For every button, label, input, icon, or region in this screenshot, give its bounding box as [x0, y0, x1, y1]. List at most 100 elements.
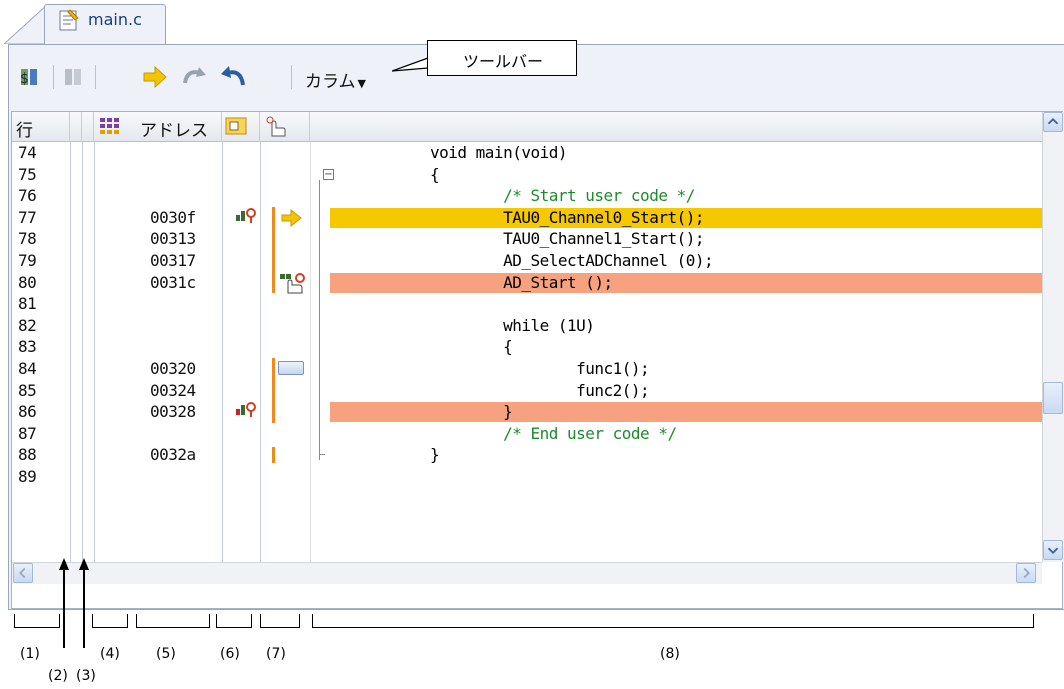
source-row[interactable]: 89 [12, 466, 1042, 488]
address-value: 00324 [150, 380, 196, 400]
column-menu[interactable]: カラム ▼ [305, 67, 366, 92]
label-2: (2) [48, 668, 68, 684]
source-code[interactable]: { [430, 164, 440, 186]
source-code[interactable]: AD_Start (); [430, 272, 613, 294]
label-7: (7) [266, 646, 286, 662]
line-number: 83 [18, 337, 37, 357]
source-row[interactable]: 88 0032a} [12, 444, 1042, 466]
toolbar-separator [291, 65, 292, 89]
line-number: 76 [18, 186, 37, 206]
source-code[interactable]: /* Start user code */ [430, 185, 695, 207]
address-value: 00317 [150, 251, 196, 270]
vertical-scrollbar[interactable] [1042, 112, 1064, 562]
source-code[interactable]: } [430, 444, 440, 466]
source-row[interactable]: 87 /* End user code */ [12, 423, 1042, 445]
scroll-right-button[interactable] [1016, 563, 1036, 583]
header-event[interactable] [222, 112, 260, 142]
bookmark-icon [278, 361, 304, 375]
source-row[interactable]: 74 void main(void) [12, 142, 1042, 164]
source-code[interactable]: AD_SelectADChannel (0); [430, 250, 714, 272]
source-row[interactable]: 79 00317 AD_SelectADChannel (0); [12, 250, 1042, 272]
breakpoint-hand-icon[interactable] [278, 271, 306, 295]
header-col-2[interactable] [70, 112, 82, 142]
source-row[interactable]: 76 /* Start user code */ [12, 185, 1042, 207]
address-value: 0031c [150, 272, 196, 292]
fold-toggle-icon[interactable]: − [323, 168, 334, 180]
tab-label: main.c [88, 10, 142, 29]
address-value: 00313 [150, 229, 196, 249]
scroll-up-button[interactable] [1043, 112, 1063, 132]
toolbar-separator [95, 65, 96, 89]
svg-text:$: $ [20, 71, 29, 87]
label-5: (5) [156, 646, 176, 662]
column-divider [94, 142, 95, 562]
source-row[interactable]: 75 { − [12, 164, 1042, 186]
line-number: 80 [18, 272, 37, 292]
header-address[interactable] [94, 112, 222, 142]
scroll-down-button[interactable] [1043, 540, 1063, 560]
source-rows: 74 void main(void) 75 { − 76 /* Start user co… [12, 142, 1042, 562]
label-3: (3) [76, 668, 96, 684]
source-row[interactable]: 84 00320 func1(); [12, 358, 1042, 380]
address-value: 0032a [150, 445, 196, 465]
chevron-down-icon: ▼ [357, 77, 366, 90]
line-number: 84 [18, 359, 37, 378]
column-menu-label: カラム [305, 72, 356, 92]
line-number: 77 [18, 207, 37, 227]
bracket-5 [136, 614, 210, 628]
line-number: 82 [18, 315, 37, 335]
line-number: 74 [18, 143, 37, 162]
source-code[interactable]: func2(); [430, 380, 650, 402]
line-number: 89 [18, 467, 37, 486]
arrow-3 [83, 568, 85, 648]
source-code[interactable]: TAU0_Channel1_Start(); [430, 228, 704, 250]
column-divider [70, 142, 71, 562]
scroll-thumb[interactable] [1043, 382, 1063, 414]
horizontal-scrollbar[interactable] [12, 562, 1042, 584]
back-icon[interactable] [219, 63, 247, 91]
code-jump-icon[interactable]: $ [17, 63, 45, 91]
callout-pointer [392, 57, 429, 72]
column-divider [310, 142, 311, 562]
toolbar-callout: ツールバー [427, 40, 577, 76]
source-row[interactable]: 85 00324 func2(); [12, 380, 1042, 402]
scroll-left-button[interactable] [13, 563, 33, 583]
tab-edge [4, 4, 48, 44]
current-pc-arrow-icon [281, 208, 302, 227]
source-code[interactable]: } [430, 401, 513, 423]
column-header: 行 アドレス [12, 112, 1042, 142]
source-row[interactable]: 82 while (1U) [12, 315, 1042, 337]
header-col-3[interactable] [82, 112, 94, 142]
source-file-icon [59, 9, 79, 31]
address-value: 00328 [150, 402, 196, 422]
bracket-1 [14, 614, 60, 628]
source-row[interactable]: 83 { [12, 336, 1042, 358]
source-code[interactable]: { [430, 336, 513, 358]
source-code[interactable]: func1(); [430, 358, 650, 380]
bracket-4 [92, 614, 128, 628]
forward-icon[interactable] [181, 63, 209, 91]
event-icon[interactable] [234, 207, 258, 227]
fold-guide-end [319, 454, 325, 456]
toolbar-separator [53, 65, 54, 89]
source-row[interactable]: 86 00328 } [12, 401, 1042, 423]
line-number: 81 [18, 294, 37, 314]
source-row[interactable]: 77 0030f TAU0_Channel0_Start(); [12, 207, 1042, 229]
source-code[interactable]: /* End user code */ [430, 423, 677, 445]
current-pc-arrow-icon[interactable] [141, 63, 169, 91]
line-number: 75 [18, 164, 37, 184]
source-code[interactable]: while (1U) [430, 315, 595, 337]
source-row[interactable]: 80 0031c AD_Start (); [12, 272, 1042, 294]
header-selection[interactable] [260, 112, 310, 142]
label-1: (1) [20, 646, 40, 662]
label-4: (4) [100, 646, 120, 662]
source-row[interactable]: 81 [12, 293, 1042, 315]
source-code[interactable]: TAU0_Channel0_Start(); [430, 207, 704, 229]
address-value: 00320 [150, 359, 196, 378]
disassemble-jump-icon[interactable] [61, 63, 89, 91]
source-row[interactable]: 78 00313 TAU0_Channel1_Start(); [12, 228, 1042, 250]
line-number: 79 [18, 251, 37, 270]
event-icon[interactable] [234, 401, 258, 421]
source-code[interactable]: void main(void) [430, 142, 568, 164]
line-number: 78 [18, 229, 37, 249]
